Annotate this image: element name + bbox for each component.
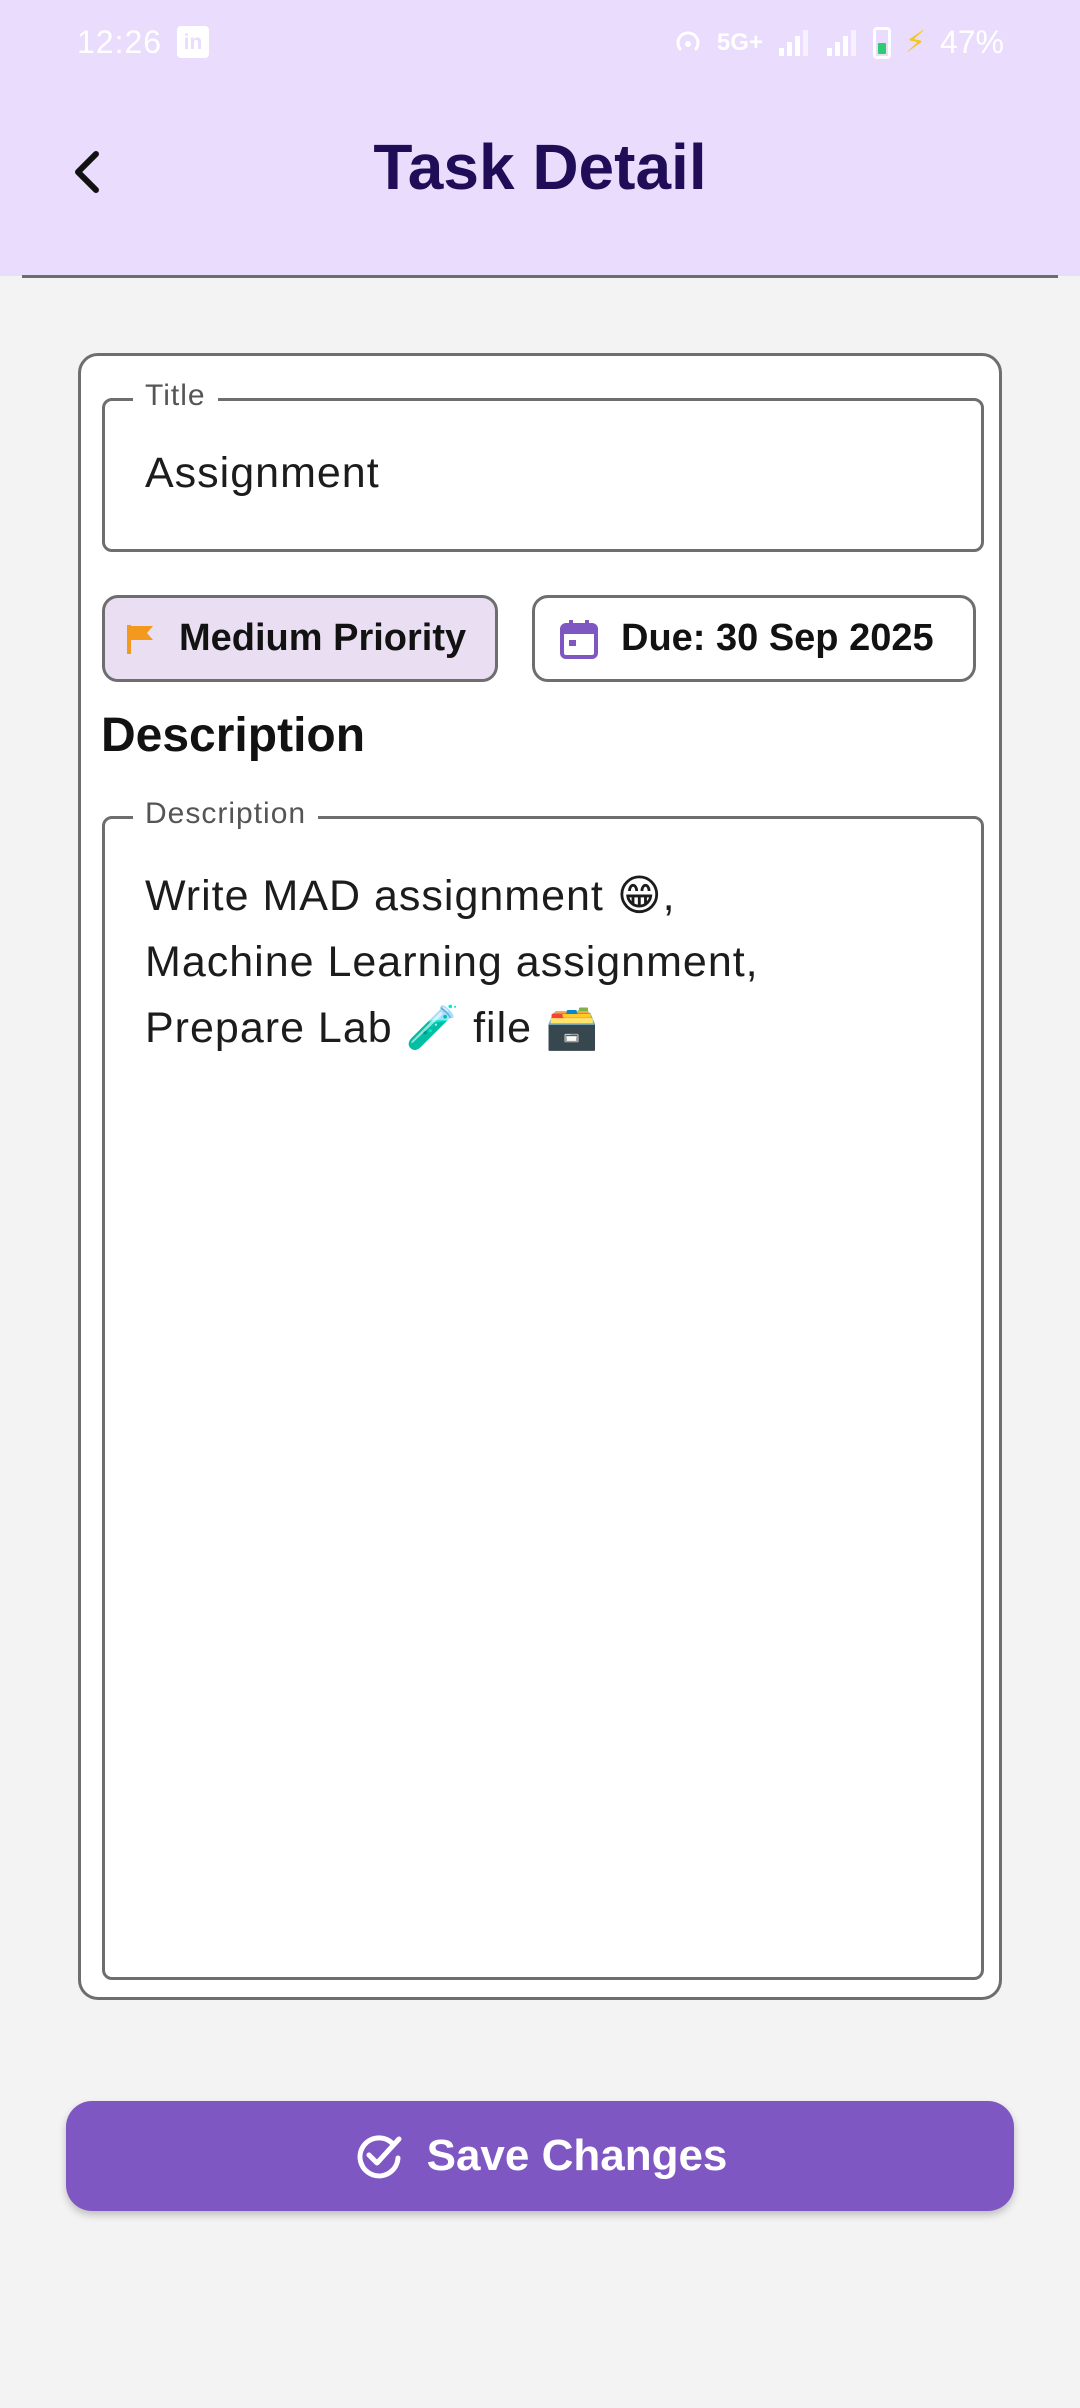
description-label: Description [133, 797, 319, 831]
flag-icon [123, 622, 157, 656]
status-bar: 12:26 in 5G+ ⚡ 47% [0, 0, 1080, 88]
app-bar: 12:26 in 5G+ ⚡ 47% Task Detail [0, 0, 1080, 276]
charging-icon: ⚡ [904, 26, 926, 59]
signal-icon [778, 29, 808, 56]
title-input-value[interactable]: Assignment [145, 449, 380, 498]
due-date-label: Due: 30 Sep 2025 [621, 617, 934, 659]
save-changes-button[interactable]: Save Changes [66, 2101, 1014, 2211]
page-title: Task Detail [373, 131, 707, 203]
description-text[interactable]: Write MAD assignment 😁, Machine Learning… [145, 863, 951, 1061]
signal-icon-2 [826, 29, 856, 56]
network-type: 5G+ [716, 28, 763, 56]
description-line: Write MAD assignment 😁, [145, 872, 676, 920]
battery-icon [872, 26, 891, 59]
priority-label: Medium Priority [179, 617, 467, 659]
header-divider [22, 275, 1058, 278]
status-indicators: 5G+ ⚡ 47% [673, 24, 1004, 61]
task-card: Title Assignment Medium Priority Due: 30… [78, 353, 1002, 2000]
battery-percent: 47% [939, 24, 1004, 60]
due-date-chip[interactable]: Due: 30 Sep 2025 [532, 595, 976, 682]
linkedin-icon: in [177, 26, 209, 58]
description-field[interactable]: Description Write MAD assignment 😁, Mach… [102, 797, 984, 1980]
priority-chip[interactable]: Medium Priority [102, 595, 498, 682]
status-time: 12:26 [77, 24, 163, 60]
title-field[interactable]: Title Assignment [102, 379, 984, 552]
description-line: Machine Learning assignment, [145, 938, 759, 986]
calendar-icon [559, 618, 599, 660]
description-line: Prepare Lab 🧪 file 🗃️ [145, 1004, 600, 1052]
description-heading: Description [101, 709, 366, 762]
title-label: Title [133, 379, 218, 413]
save-changes-label: Save Changes [426, 2131, 728, 2180]
check-circle-icon [357, 2135, 402, 2179]
hotspot-icon [676, 30, 700, 51]
